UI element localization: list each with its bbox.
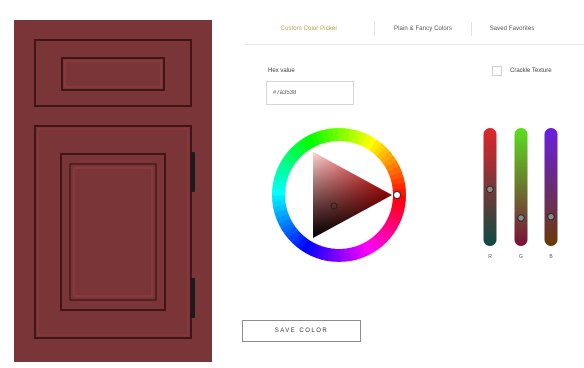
slider-track-g[interactable] [514, 128, 528, 246]
tab-plain-fancy-colors[interactable]: Plain & Fancy Colors [375, 14, 471, 44]
color-picker-page: Custom Color Picker Plain & Fancy Colors… [0, 0, 584, 368]
tab-custom-color-picker[interactable]: Custom Color Picker [244, 14, 374, 44]
crackle-texture-option[interactable]: Crackle Texture [492, 66, 552, 76]
slider-label-g: G [519, 254, 523, 260]
color-wheel[interactable] [272, 128, 406, 262]
rgb-slider-graphic[interactable]: RGB [480, 126, 564, 266]
hue-handle[interactable] [393, 191, 401, 199]
crackle-texture-label: Crackle Texture [510, 68, 552, 74]
slider-handle-r[interactable] [486, 185, 494, 193]
slider-handle-g[interactable] [517, 214, 525, 222]
hinge-bottom [191, 278, 195, 318]
rgb-sliders: RGB [480, 126, 564, 266]
hex-value-label: Hex value [268, 68, 295, 74]
slider-track-b[interactable] [544, 128, 558, 246]
crackle-texture-checkbox[interactable] [492, 66, 502, 76]
slider-label-b: B [549, 254, 553, 260]
cabinet-door-graphic [34, 39, 192, 339]
slider-label-r: R [488, 254, 492, 260]
cabinet-door-preview [14, 20, 212, 362]
saturation-triangle[interactable] [313, 152, 392, 238]
save-color-button[interactable]: SAVE COLOR [242, 320, 361, 342]
hex-value-input[interactable] [266, 81, 354, 105]
hinge-top [191, 152, 195, 192]
tab-saved-favorites[interactable]: Saved Favorites [472, 14, 552, 44]
slider-handle-b[interactable] [547, 213, 555, 221]
tab-bar: Custom Color Picker Plain & Fancy Colors… [244, 14, 584, 45]
